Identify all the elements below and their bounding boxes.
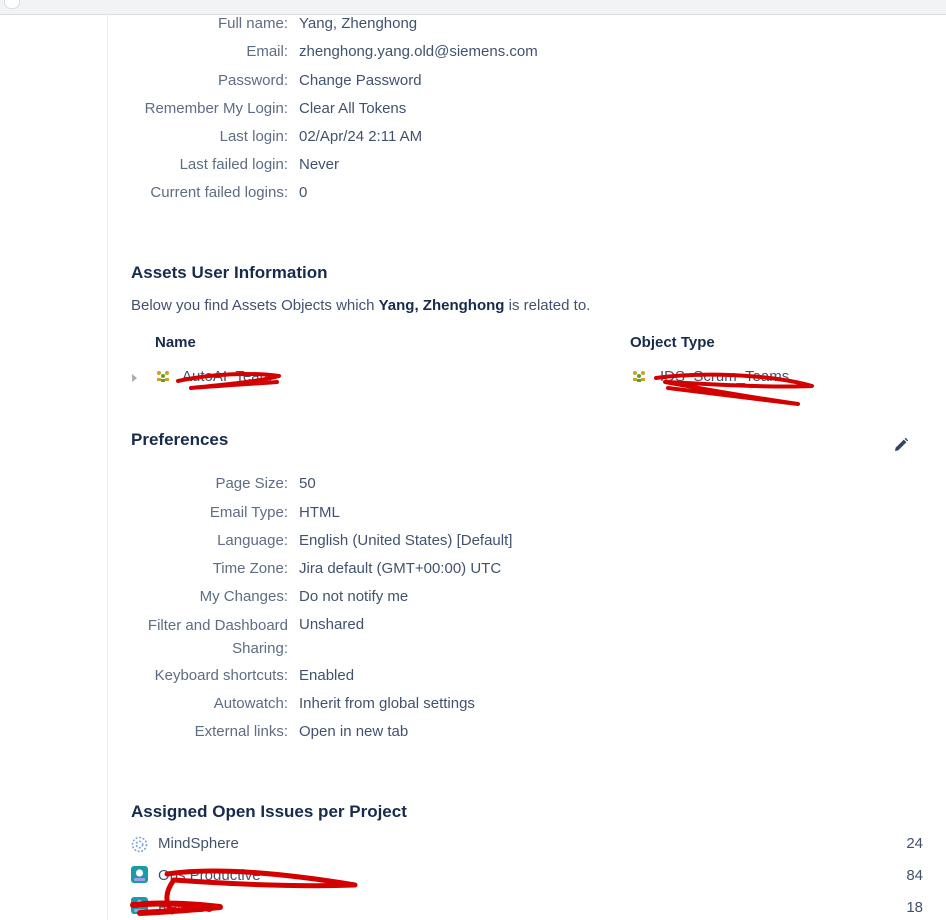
edit-preferences-pencil-icon[interactable] [893, 437, 909, 453]
object-type-icon [633, 371, 645, 382]
project-row[interactable]: Ops Productive 84 [131, 864, 925, 888]
expand-caret-icon[interactable] [132, 374, 137, 382]
time-zone-label: Time Zone: [212, 560, 288, 577]
my-changes-value: Do not notify me [299, 588, 409, 605]
email-type-label: Email Type: [209, 504, 288, 521]
autowatch-value: Inherit from global settings [299, 695, 475, 712]
last-failed-login-value: Never [299, 156, 340, 173]
keyboard-shortcuts-value: Enabled [299, 667, 355, 684]
preferences-section-title: Preferences [131, 430, 229, 449]
project-issue-count[interactable]: 18 [906, 896, 923, 920]
clear-tokens-link[interactable]: Clear All Tokens [299, 98, 406, 120]
email-row: Email: zhenghong.yang.old@siemens.com [0, 41, 946, 63]
assets-desc-prefix: Below you find Assets Objects which [131, 297, 379, 314]
project-issue-count[interactable]: 84 [906, 864, 923, 888]
time-zone-value: Jira default (GMT+00:00) UTC [299, 560, 502, 577]
filter-sharing-row: Unshared [0, 614, 946, 636]
password-row: Password: Change Password [0, 70, 946, 92]
assets-desc-suffix: is related to. [504, 297, 591, 314]
profile-content: Full name: Yang, Zhenghong Email: zhengh… [0, 0, 946, 920]
full-name-label: Full name: [217, 15, 288, 32]
full-name-row: Full name: Yang, Zhenghong [0, 13, 946, 35]
page-size-label: Page Size: [215, 475, 288, 492]
project-name-link[interactable]: Ops Productive [158, 864, 261, 888]
email-label: Email: [246, 43, 288, 60]
project-name-link[interactable]: MindSphere [158, 832, 239, 856]
last-failed-login-label: Last failed login: [179, 156, 288, 173]
language-label: Language: [217, 532, 288, 549]
project-avatar-icon [131, 866, 148, 883]
assets-name-header: Name [155, 334, 196, 351]
asset-name-link[interactable]: AutoAI_Team [182, 368, 272, 385]
last-failed-login-row: Last failed login: Never [0, 154, 946, 176]
autowatch-label: Autowatch: [213, 695, 288, 712]
time-zone-row: Time Zone: Jira default (GMT+00:00) UTC [0, 558, 946, 580]
project-name-link[interactable]: Release [158, 896, 213, 920]
filter-sharing-label-line2: Sharing: [232, 640, 288, 657]
remember-login-label: Remember My Login: [144, 100, 288, 117]
email-type-value: HTML [299, 504, 340, 521]
assets-section-title: Assets User Information [131, 263, 328, 282]
keyboard-shortcuts-row: Keyboard shortcuts: Enabled [0, 665, 946, 687]
assets-description: Below you find Assets Objects which Yang… [131, 297, 590, 314]
my-changes-label: My Changes: [199, 588, 288, 605]
autowatch-row: Autowatch: Inherit from global settings [0, 693, 946, 715]
current-failed-logins-label: Current failed logins: [150, 184, 288, 201]
assets-object-type-header: Object Type [630, 334, 715, 351]
change-password-link[interactable]: Change Password [299, 70, 422, 92]
full-name-value: Yang, Zhenghong [299, 15, 418, 32]
project-avatar-icon [131, 897, 148, 914]
keyboard-shortcuts-label: Keyboard shortcuts: [154, 667, 288, 684]
email-value: zhenghong.yang.old@siemens.com [299, 43, 538, 60]
external-links-label: External links: [194, 723, 288, 740]
project-row[interactable]: Release 18 [131, 896, 925, 920]
asset-object-type-value: IDS_Scrum_Teams [660, 368, 790, 385]
team-object-icon [157, 371, 169, 382]
email-type-row: Email Type: HTML [0, 502, 946, 524]
last-login-label: Last login: [219, 128, 288, 145]
last-login-row: Last login: 02/Apr/24 2:11 AM [0, 126, 946, 148]
external-links-value: Open in new tab [299, 723, 409, 740]
last-login-value: 02/Apr/24 2:11 AM [299, 128, 423, 145]
project-issue-count[interactable]: 24 [906, 832, 923, 856]
password-label: Password: [217, 72, 288, 89]
remember-login-row: Remember My Login: Clear All Tokens [0, 98, 946, 120]
open-issues-section-title: Assigned Open Issues per Project [131, 802, 407, 821]
external-links-row: External links: Open in new tab [0, 721, 946, 743]
current-failed-logins-row: Current failed logins: 0 [0, 182, 946, 204]
mindsphere-icon [131, 836, 148, 853]
language-value: English (United States) [Default] [299, 532, 513, 549]
page-size-row: Page Size: 50 [0, 473, 946, 495]
my-changes-row: My Changes: Do not notify me [0, 586, 946, 608]
page-size-value: 50 [299, 475, 316, 492]
language-row: Language: English (United States) [Defau… [0, 530, 946, 552]
filter-sharing-value: Unshared [299, 616, 365, 633]
assets-desc-user: Yang, Zhenghong [378, 297, 505, 314]
current-failed-logins-value: 0 [299, 184, 308, 201]
project-row[interactable]: MindSphere 24 [131, 832, 925, 856]
